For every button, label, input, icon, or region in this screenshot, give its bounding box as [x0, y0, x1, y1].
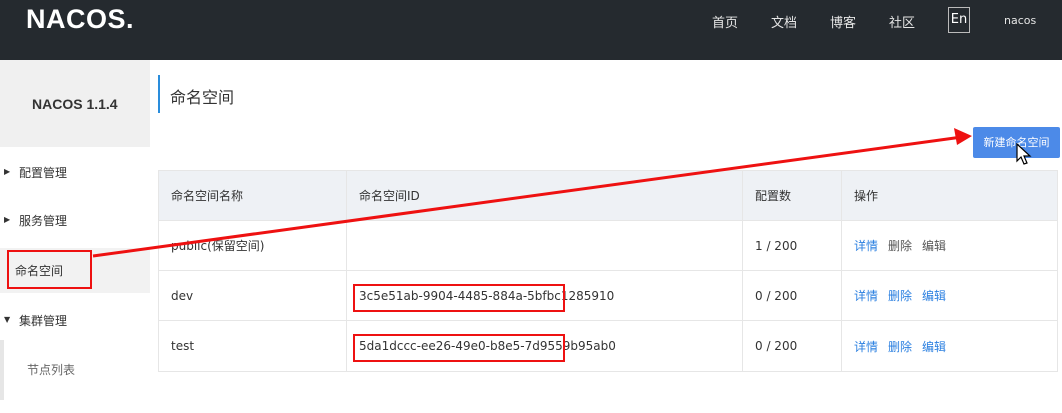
sidebar-item-label: 服务管理: [19, 214, 68, 228]
namespace-name: test: [171, 339, 195, 353]
header-name: 命名空间名称: [171, 189, 244, 203]
delete-link[interactable]: 删除: [888, 287, 912, 304]
sidebar-item-label: 配置管理: [19, 166, 68, 180]
nacos-logo[interactable]: NACOS.: [26, 4, 134, 35]
table-row: test 5da1dccc-ee26-49e0-b8e5-7d9559b95ab…: [159, 321, 1057, 371]
edit-link[interactable]: 编辑: [922, 287, 946, 304]
version-box: NACOS 1.1.4: [0, 60, 150, 147]
language-toggle[interactable]: En: [948, 7, 970, 33]
namespace-name: dev: [171, 288, 194, 303]
top-navbar: NACOS. 首页 文档 博客 社区 En nacos: [0, 0, 1062, 60]
row-ops: 详情 删除 编辑: [841, 221, 1057, 270]
expand-down-icon: ▼: [4, 315, 11, 324]
annotation-box-sidebar: [7, 250, 92, 289]
annotation-box-test-id: [353, 334, 565, 362]
nav-blog[interactable]: 博客: [830, 12, 856, 31]
sidebar-item-label: 节点列表: [27, 363, 76, 377]
namespace-id: [346, 221, 742, 270]
expand-right-icon: ▶: [4, 215, 11, 224]
table-row: dev 3c5e51ab-9904-4485-884a-5bfbc1285910…: [159, 271, 1057, 321]
sidebar-item-cluster[interactable]: ▼ 集群管理: [0, 312, 150, 330]
table-header: 命名空间名称 命名空间ID 配置数 操作: [159, 171, 1057, 221]
header-ops: 操作: [841, 171, 1057, 220]
sidebar-item-label: 集群管理: [19, 314, 68, 328]
edit-link[interactable]: 编辑: [922, 237, 946, 254]
header-id: 命名空间ID: [346, 171, 742, 220]
namespace-name: public(保留空间): [171, 239, 265, 253]
config-count: 1 / 200: [742, 221, 841, 270]
row-ops: 详情 删除 编辑: [841, 321, 1057, 371]
user-name[interactable]: nacos: [1004, 14, 1036, 27]
sidebar-item-service[interactable]: ▶ 服务管理: [0, 212, 150, 230]
header-count: 配置数: [742, 171, 841, 220]
delete-link[interactable]: 删除: [888, 338, 912, 355]
expand-right-icon: ▶: [4, 167, 11, 176]
nav-home[interactable]: 首页: [712, 12, 738, 31]
title-accent-bar: [158, 75, 160, 113]
config-count: 0 / 200: [742, 271, 841, 320]
delete-link[interactable]: 删除: [888, 237, 912, 254]
detail-link[interactable]: 详情: [854, 237, 878, 254]
row-ops: 详情 删除 编辑: [841, 271, 1057, 320]
mouse-cursor-icon: [1016, 143, 1032, 165]
sidebar-item-config[interactable]: ▶ 配置管理: [0, 164, 150, 182]
annotation-box-dev-id: [353, 284, 565, 312]
nav-docs[interactable]: 文档: [771, 12, 797, 31]
table-row: public(保留空间) 1 / 200 详情 删除 编辑: [159, 221, 1057, 271]
namespace-table: 命名空间名称 命名空间ID 配置数 操作 public(保留空间) 1 / 20…: [158, 170, 1058, 372]
nav-community[interactable]: 社区: [889, 12, 915, 31]
edit-link[interactable]: 编辑: [922, 338, 946, 355]
version-label: NACOS 1.1.4: [32, 96, 118, 112]
sidebar-item-nodes[interactable]: 节点列表: [0, 361, 150, 379]
detail-link[interactable]: 详情: [854, 287, 878, 304]
detail-link[interactable]: 详情: [854, 338, 878, 355]
page-title: 命名空间: [170, 88, 235, 107]
config-count: 0 / 200: [742, 321, 841, 371]
